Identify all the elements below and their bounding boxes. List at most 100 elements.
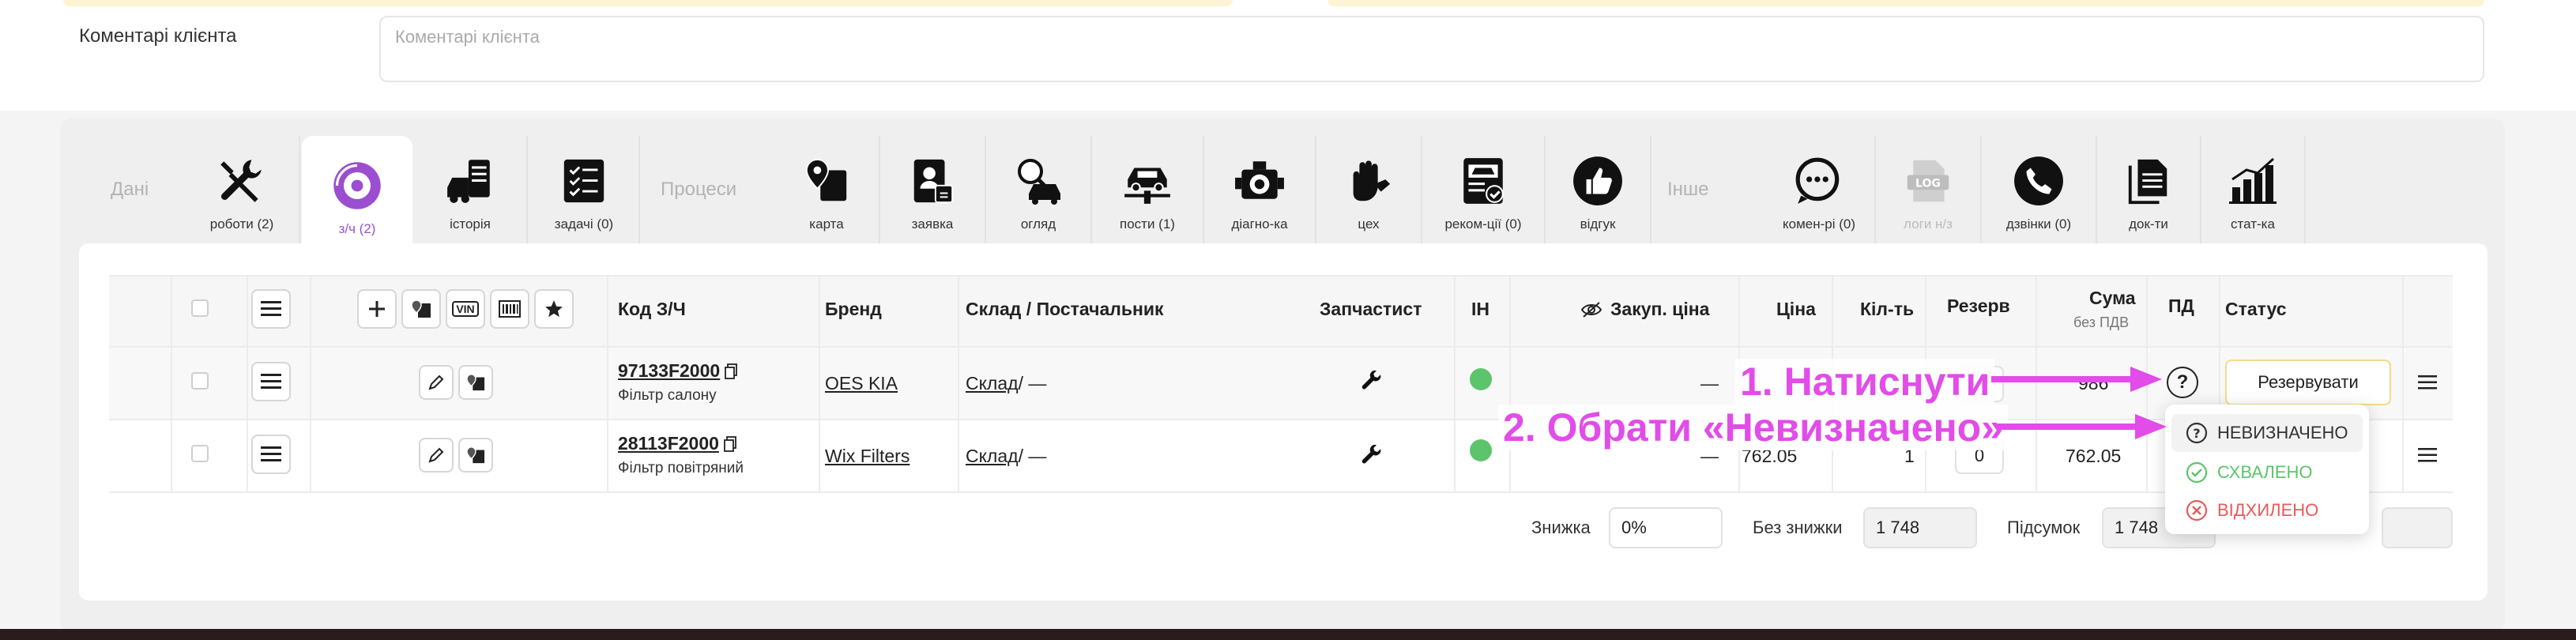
tab-label: стат-ка [2231, 216, 2275, 232]
tab-label: дзвінки (0) [2005, 216, 2072, 232]
tab-label: з/ч (2) [338, 221, 376, 236]
purchase-price: — [1700, 373, 1719, 393]
warehouse-link[interactable]: Склад [966, 373, 1019, 394]
edit-button[interactable] [419, 365, 454, 400]
favorites-button[interactable] [534, 289, 574, 329]
bar-chart-icon [2225, 153, 2280, 209]
mechanic-glove-icon [1341, 153, 1396, 209]
catalog-map-icon [411, 299, 431, 318]
column-divider [171, 275, 172, 493]
copy-icon[interactable] [725, 363, 738, 379]
tab-comments[interactable]: комен-рі (0) [1764, 136, 1876, 243]
barcode-button[interactable] [490, 289, 529, 329]
header-in: ІН [1471, 299, 1489, 319]
tab-label: карта [809, 216, 844, 232]
vin-search-button[interactable]: VIN [446, 289, 485, 329]
tab-feedback[interactable]: відгук [1546, 136, 1651, 243]
tab-label: реком-ції (0) [1444, 216, 1522, 232]
catalog-row-button[interactable] [458, 438, 493, 472]
column-divider [819, 275, 820, 493]
extra-total-field [2382, 507, 2453, 548]
question-circle-icon: ? [2186, 422, 2208, 444]
tab-request[interactable]: заявка [880, 136, 986, 243]
header-purchase-price: Закуп. ціна [1580, 299, 1709, 320]
tab-history[interactable]: історія [414, 136, 528, 243]
tab-label: док-ти [2129, 216, 2168, 232]
thumbs-up-icon [1570, 153, 1625, 209]
pencil-icon [428, 375, 444, 390]
tab-map[interactable]: карта [774, 136, 880, 243]
status-toggle-button[interactable]: ? [2167, 367, 2198, 398]
brake-disc-icon [330, 158, 385, 213]
tab-works[interactable]: роботи (2) [185, 136, 300, 243]
column-divider [1509, 275, 1511, 493]
no-discount-value: 1 748 [1863, 507, 1977, 548]
header-sum: Сума [2089, 288, 2136, 308]
warehouse-link[interactable]: Склад [966, 446, 1019, 467]
copy-icon[interactable] [724, 435, 736, 452]
tab-shop[interactable]: цех [1316, 136, 1422, 243]
tab-documents[interactable]: док-ти [2097, 136, 2201, 243]
header-reserve: Резерв [1947, 296, 2010, 316]
row-menu-button[interactable] [251, 435, 291, 474]
row-checkbox[interactable] [191, 372, 209, 390]
wrench-icon[interactable] [1361, 370, 1384, 393]
part-code-link[interactable]: 28113F2000 [618, 433, 719, 454]
header-code: Код З/Ч [618, 299, 686, 319]
availability-dot [1470, 368, 1492, 390]
part-code-link[interactable]: 97133F2000 [618, 360, 720, 382]
header-price: Ціна [1776, 299, 1816, 319]
reserve-button[interactable]: Резервувати [2225, 360, 2391, 405]
header-menu-button[interactable] [251, 289, 291, 329]
hamburger-icon [261, 446, 281, 461]
total-label: Підсумок [2007, 518, 2081, 537]
catalog-button[interactable] [401, 289, 441, 329]
status-dropdown: ? НЕВИЗНАЧЕНО СХВАЛЕНО ВІДХИЛЕНО [2165, 405, 2369, 534]
supplier-value: / — [1018, 446, 1047, 466]
client-comments-input[interactable]: Коментарі клієнта [379, 16, 2484, 82]
tab-posts[interactable]: пости (1) [1092, 136, 1204, 243]
tab-label: огляд [1020, 216, 1056, 232]
tab-stats[interactable]: стат-ка [2201, 136, 2306, 243]
availability-dot [1470, 439, 1492, 461]
status-option-rejected[interactable]: ВІДХИЛЕНО [2171, 491, 2363, 529]
edit-button[interactable] [419, 438, 454, 472]
client-comments-label: Коментарі клієнта [79, 25, 237, 47]
row-options-icon[interactable] [2418, 375, 2437, 390]
add-part-button[interactable] [357, 289, 397, 329]
phone-icon [2011, 153, 2066, 209]
tab-group-data: Дані [111, 179, 149, 200]
check-circle-icon [2186, 461, 2208, 484]
recommendation-report-icon [1456, 153, 1511, 209]
tab-tasks[interactable]: задачі (0) [529, 136, 640, 243]
tab-calls[interactable]: дзвінки (0) [1982, 136, 2097, 243]
option-label: ВІДХИЛЕНО [2217, 500, 2319, 520]
tab-parts[interactable]: з/ч (2) [302, 136, 412, 248]
tab-inspection[interactable]: огляд [986, 136, 1092, 243]
row-menu-button[interactable] [251, 362, 291, 401]
row-checkbox[interactable] [191, 445, 209, 462]
status-option-undefined[interactable]: ? НЕВИЗНАЧЕНО [2171, 414, 2363, 452]
tab-label: історія [450, 216, 491, 232]
column-divider [958, 275, 959, 493]
engine-diagnostics-icon [1232, 153, 1287, 209]
tab-diagnostics[interactable]: діагно-ка [1204, 136, 1316, 243]
tab-label: логи н/з [1904, 216, 1953, 232]
header-warehouse: Склад / Постачальник [966, 299, 1164, 319]
svg-text:?: ? [2193, 426, 2200, 441]
select-all-checkbox[interactable] [191, 299, 209, 317]
warehouse: Склад / — [966, 373, 1046, 394]
discount-input[interactable]: 0% [1609, 507, 1723, 548]
brand-link[interactable]: OES KIA [825, 373, 898, 394]
log-badge-text: LOG [1915, 178, 1941, 190]
row-options-icon[interactable] [2418, 447, 2437, 463]
eye-slash-icon[interactable] [1580, 301, 1602, 318]
car-history-icon [443, 153, 498, 209]
wrench-icon[interactable] [1361, 444, 1384, 468]
part-code: 97133F2000 [618, 360, 738, 382]
status-option-approved[interactable]: СХВАЛЕНО [2171, 454, 2363, 491]
tab-label: задачі (0) [554, 216, 614, 232]
brand-link[interactable]: Wix Filters [825, 446, 910, 467]
catalog-row-button[interactable] [458, 365, 493, 400]
tab-recommendations[interactable]: реком-ції (0) [1422, 136, 1546, 243]
